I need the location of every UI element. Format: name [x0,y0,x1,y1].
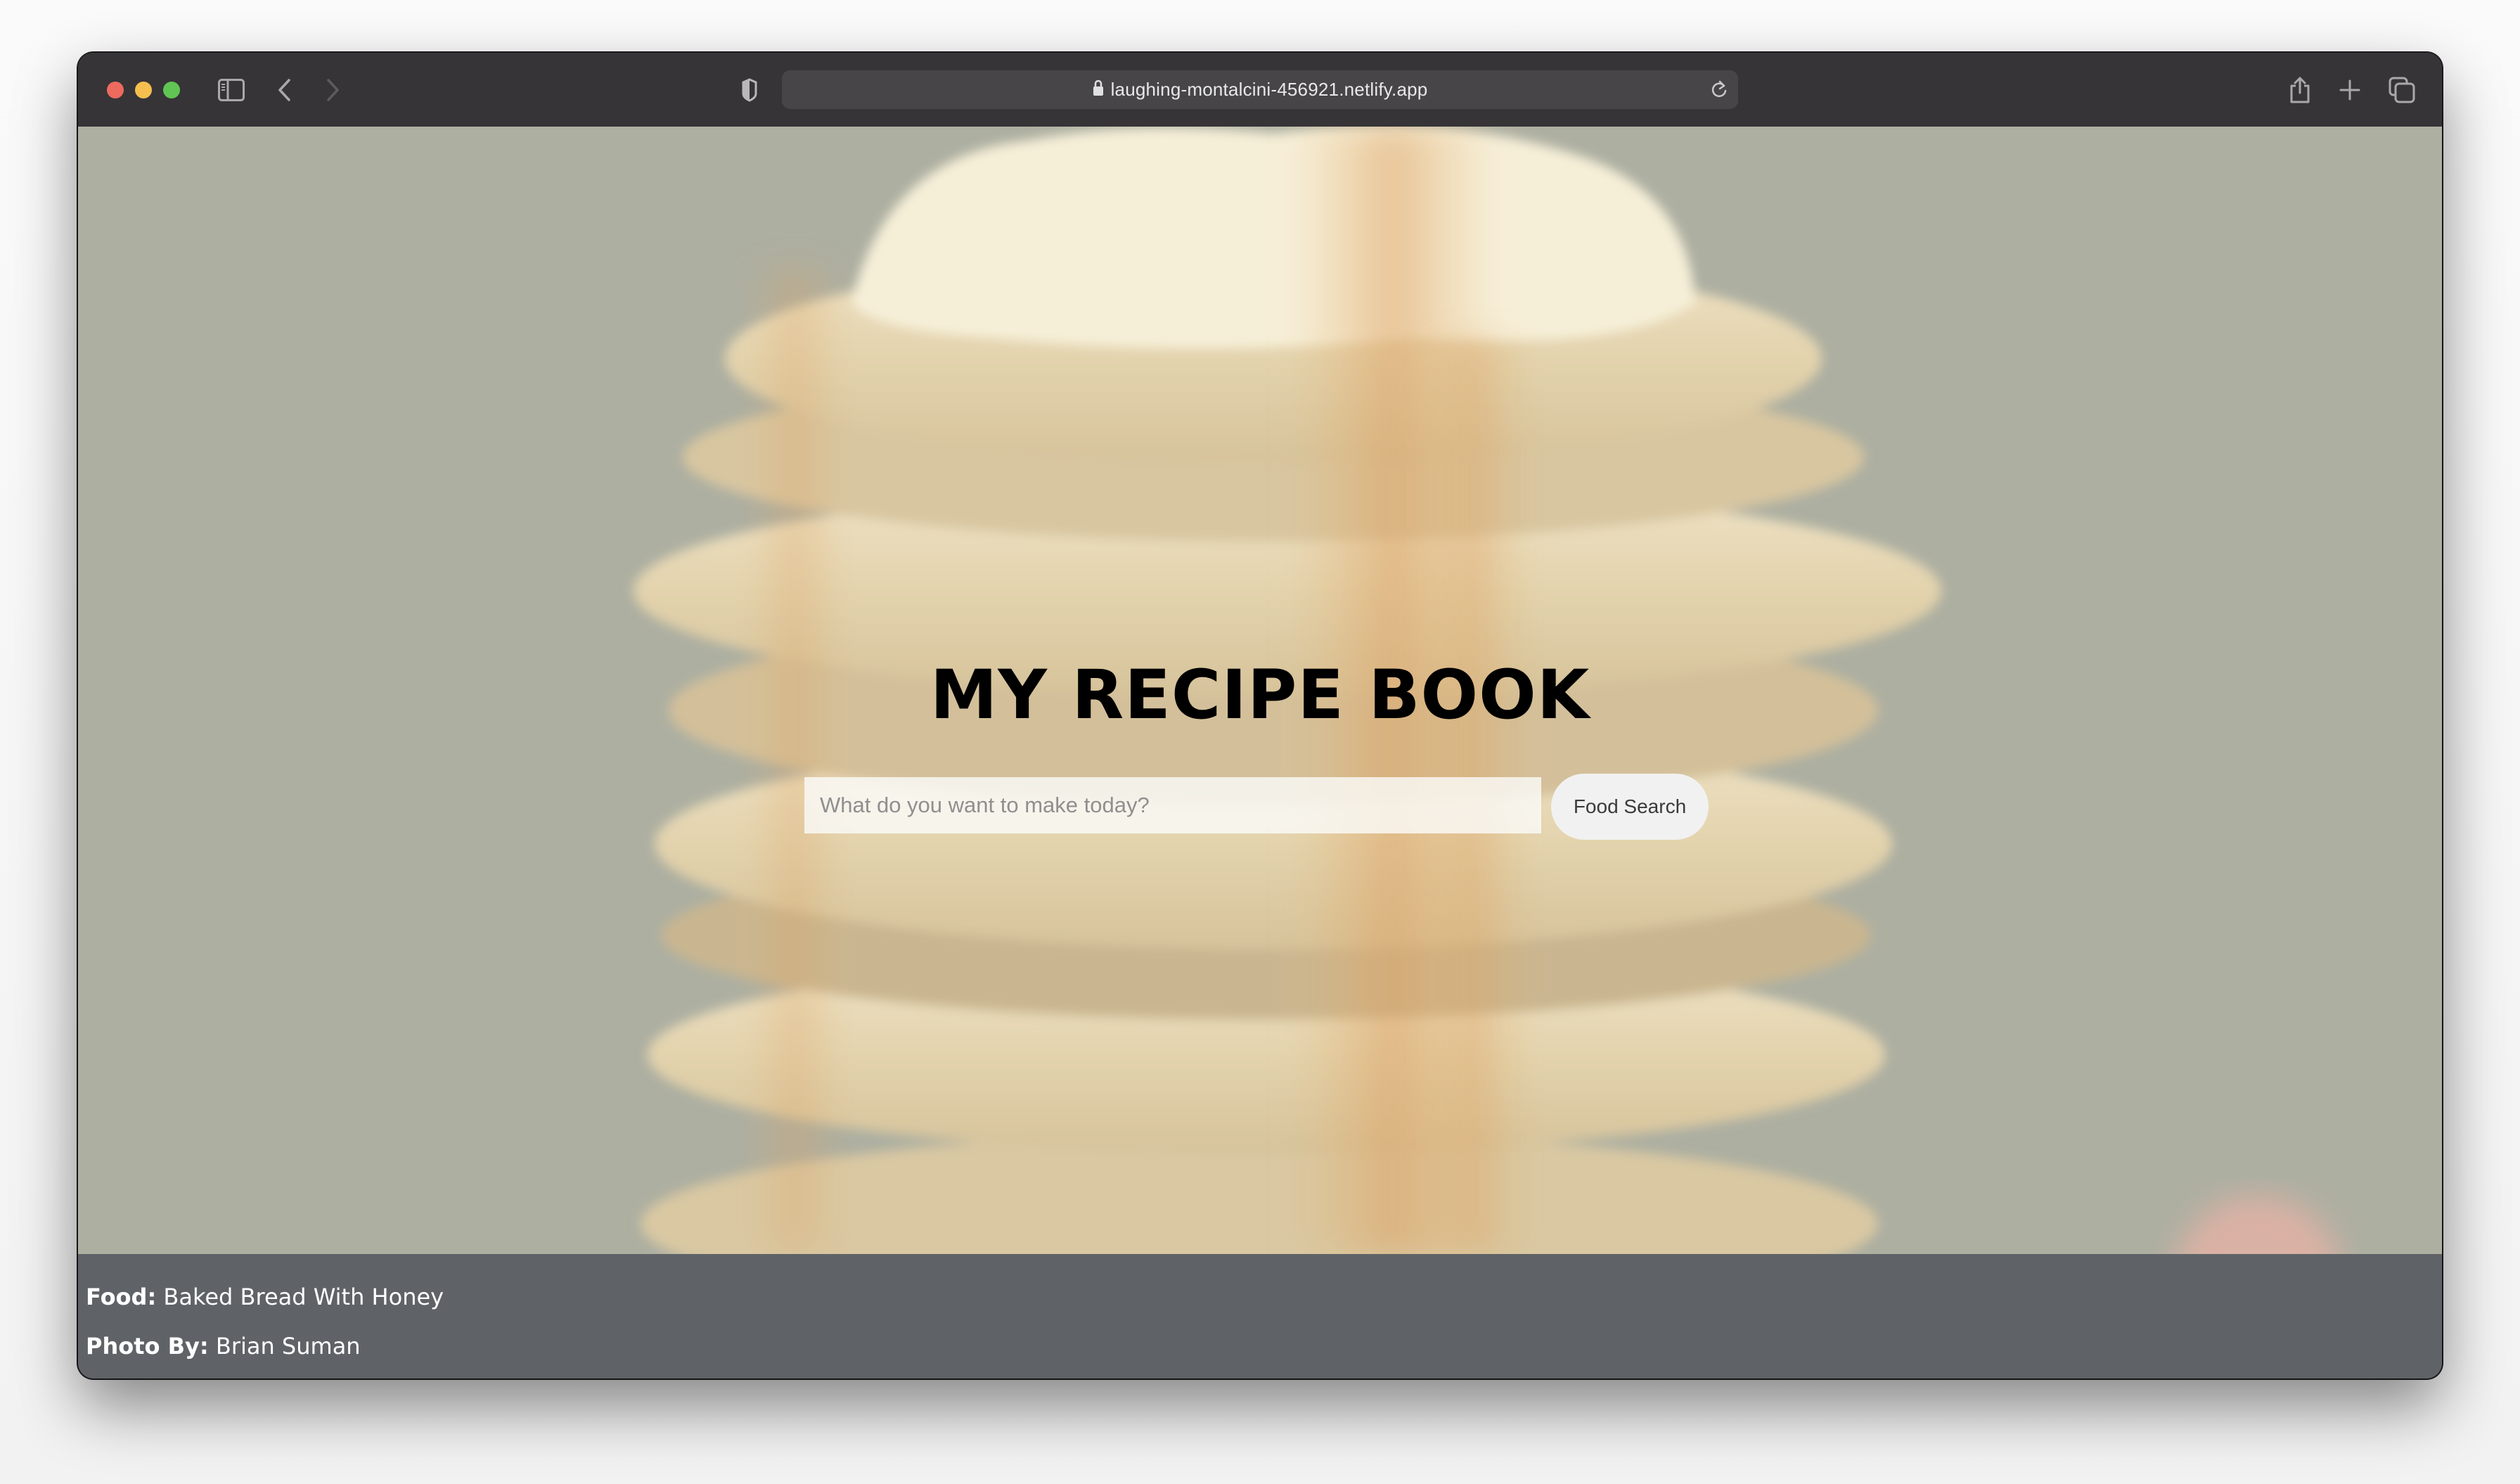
reload-icon[interactable] [1710,79,1728,103]
minimize-window-button[interactable] [135,82,152,98]
photo-credits-footer: Food: Baked Bread With Honey Photo By: B… [78,1254,2442,1379]
food-credit: Food: Baked Bread With Honey [86,1284,444,1310]
plus-icon[interactable] [2336,74,2364,106]
shield-icon[interactable] [739,74,760,106]
food-search-input[interactable] [804,777,1541,833]
photo-value: Brian Suman [208,1333,361,1360]
lock-icon [1093,79,1104,100]
chevron-left-icon[interactable] [274,74,295,106]
photographer-credit: Photo By: Brian Suman [86,1333,361,1360]
share-icon[interactable] [2286,74,2314,106]
photo-label: Photo By: [86,1333,209,1360]
food-value: Baked Bread With Honey [156,1284,444,1310]
tab-overview-icon[interactable] [2387,74,2417,106]
browser-toolbar: laughing-montalcini-456921.netlify.app [78,53,2442,129]
browser-window: laughing-montalcini-456921.netlify.app M… [78,53,2442,1379]
food-search-button[interactable]: Food Search [1551,774,1709,840]
hero-content: MY RECIPE BOOK Food Search [78,127,2442,1254]
url-text: laughing-montalcini-456921.netlify.app [1110,79,1428,100]
food-label: Food: [86,1284,157,1310]
close-window-button[interactable] [107,82,124,98]
hero-section: MY RECIPE BOOK Food Search [78,127,2442,1254]
zoom-window-button[interactable] [163,82,180,98]
sidebar-icon[interactable] [216,74,247,106]
chevron-right-icon[interactable] [323,74,344,106]
address-bar[interactable]: laughing-montalcini-456921.netlify.app [782,70,1738,109]
page-title: MY RECIPE BOOK [930,655,1590,734]
